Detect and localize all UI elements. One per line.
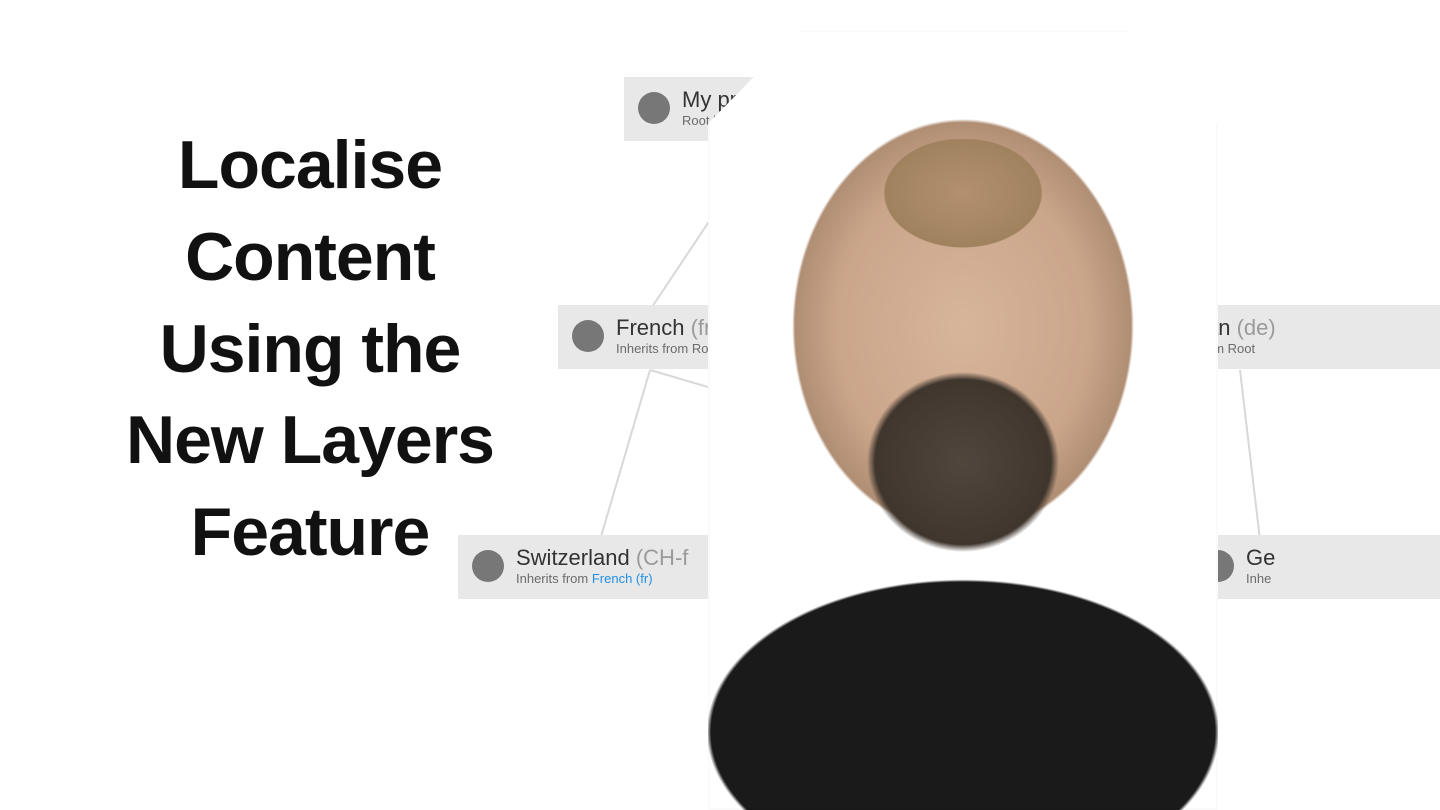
layer-subtitle: Inherits from French (fr)	[516, 572, 688, 587]
layer-node-german-bottom[interactable]: Ge Inhe	[1188, 535, 1440, 599]
layer-title: French (fr)	[616, 315, 719, 340]
layer-node-german-top[interactable]: an (de) om Root	[1200, 305, 1440, 369]
fr-flag-icon	[572, 320, 604, 352]
presenter-portrait	[708, 30, 1218, 810]
headline-title: Localise Content Using the New Layers Fe…	[0, 120, 620, 579]
uk-flag-icon	[638, 92, 670, 124]
layer-node-swiss[interactable]: Switzerland (CH-f Inherits from French (…	[458, 535, 738, 599]
layer-subtitle: Inherits from Root	[616, 342, 719, 357]
layer-title: Ge	[1246, 545, 1275, 570]
layer-title: Switzerland (CH-f	[516, 545, 688, 570]
layer-subtitle: Inhe	[1246, 572, 1275, 587]
ch-flag-icon	[472, 550, 504, 582]
